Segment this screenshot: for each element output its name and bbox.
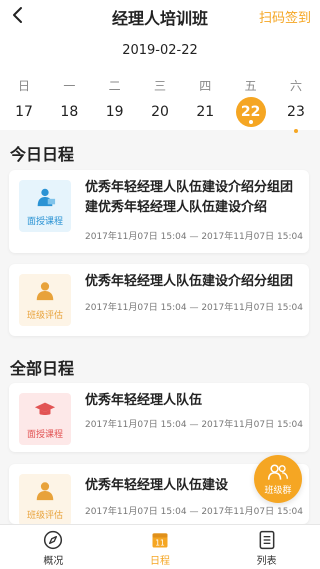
day-number: 19 <box>105 104 124 120</box>
course-thumbnail: 面授课程 <box>19 393 71 445</box>
event-dot <box>248 120 253 124</box>
tab-list[interactable]: 列表 <box>222 525 312 569</box>
schedule-time: 2017年11月07日 15:04 — 2017年11月07日 15:04 <box>85 232 303 242</box>
presenter-icon <box>37 188 56 206</box>
user-icon <box>36 281 54 300</box>
calendar-icon: 11 <box>152 533 168 548</box>
weekday-label: 日 <box>17 79 30 93</box>
class-group-label: 班级群 <box>264 485 292 496</box>
schedule-title: 优秀年轻经理人队伍建设介绍分组团建优秀年轻经理人队伍建设介绍 <box>85 180 294 215</box>
weekday-label: 三 <box>153 79 166 93</box>
day-number: 23 <box>287 104 305 120</box>
thumbnail-label: 班级评估 <box>26 310 63 321</box>
course-thumbnail: 面授课程 <box>19 180 71 232</box>
schedule-card[interactable]: 面授课程 优秀年轻经理人队伍建设介绍分组团建优秀年轻经理人队伍建设介绍 2017… <box>9 170 309 253</box>
weekday-label: 六 <box>289 79 302 93</box>
assessment-thumbnail: 班级评估 <box>19 274 71 326</box>
day-number: 22 <box>240 104 261 120</box>
svg-text:11: 11 <box>155 538 165 547</box>
weekday-label: 五 <box>244 79 257 93</box>
day-cell-selected[interactable]: 22 <box>235 97 266 127</box>
class-group-button[interactable]: 班级群 <box>254 455 302 503</box>
day-cell[interactable]: 17 <box>9 97 39 127</box>
current-date: 2019-02-22 <box>122 43 198 58</box>
tab-label: 列表 <box>256 556 277 567</box>
calendar: 2019-02-22 日 一 二 三 四 五 六 17 18 19 20 21 … <box>0 30 320 133</box>
day-number: 18 <box>60 104 79 120</box>
schedule-title: 优秀年轻经理人队伍建设介绍分组团 <box>85 274 294 289</box>
day-cell[interactable]: 18 <box>54 97 84 127</box>
thumbnail-label: 班级评估 <box>26 510 63 521</box>
schedule-title: 优秀年轻经理人队伍 <box>85 393 203 408</box>
thumbnail-label: 面授课程 <box>26 216 63 227</box>
weekday-label: 四 <box>199 79 212 93</box>
weekday-label: 二 <box>108 79 121 93</box>
schedule-card[interactable]: 面授课程 优秀年轻经理人队伍 2017年11月07日 15:04 — 2017年… <box>9 383 309 452</box>
event-dot <box>293 129 298 133</box>
thumbnail-label: 面授课程 <box>26 429 63 440</box>
weekday-label: 一 <box>63 79 76 93</box>
schedule-time: 2017年11月07日 15:04 — 2017年11月07日 15:04 <box>85 420 303 430</box>
day-cell[interactable]: 21 <box>190 97 220 127</box>
assessment-thumbnail: 班级评估 <box>19 474 71 526</box>
day-number: 17 <box>15 104 33 120</box>
all-section-title: 全部日程 <box>10 359 75 378</box>
weekday-header: 日 一 二 三 四 五 六 <box>9 77 311 94</box>
header: 经理人培训班 扫码签到 <box>0 0 320 30</box>
day-number: 20 <box>151 104 169 120</box>
schedule-card[interactable]: 班级评估 优秀年轻经理人队伍建设介绍分组团 2017年11月07日 15:04 … <box>9 264 309 336</box>
day-cell[interactable]: 19 <box>100 97 130 127</box>
today-section-title: 今日日程 <box>10 145 75 164</box>
list-icon <box>259 530 275 550</box>
day-number: 21 <box>196 104 215 120</box>
day-cell[interactable]: 20 <box>145 97 175 127</box>
user-icon <box>36 481 54 500</box>
scan-checkin-button[interactable]: 扫码签到 <box>259 7 311 26</box>
day-row: 17 18 19 20 21 22 23 <box>9 97 311 133</box>
tab-schedule[interactable]: 11 日程 <box>115 525 205 569</box>
app: 经理人培训班 扫码签到 2019-02-22 日 一 二 三 四 五 六 17 … <box>0 0 320 569</box>
compass-icon <box>44 530 63 550</box>
tab-label: 概况 <box>43 556 64 567</box>
day-cell[interactable]: 23 <box>281 97 311 133</box>
schedule-time: 2017年11月07日 15:04 — 2017年11月07日 15:04 <box>85 507 303 517</box>
tab-overview[interactable]: 概况 <box>8 525 98 569</box>
tab-label: 日程 <box>149 556 170 567</box>
schedule-time: 2017年11月07日 15:04 — 2017年11月07日 15:04 <box>85 303 303 313</box>
tab-bar: 概况 11 日程 列表 <box>0 524 320 569</box>
group-icon <box>267 463 288 480</box>
graduation-cap-icon <box>34 402 56 415</box>
